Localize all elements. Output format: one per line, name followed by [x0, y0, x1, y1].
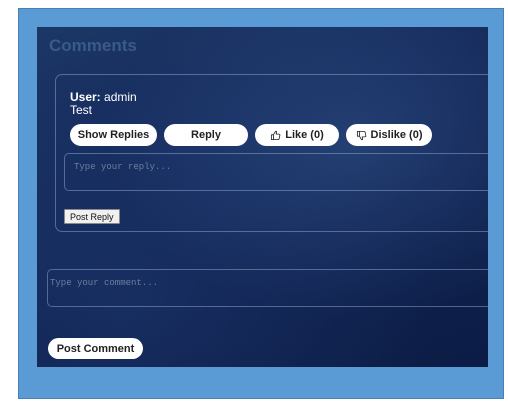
- post-reply-button[interactable]: Post Reply: [64, 209, 120, 224]
- dislike-label: Dislike (0): [370, 129, 423, 141]
- like-button[interactable]: Like (0): [255, 124, 339, 146]
- user-name: admin: [104, 90, 137, 104]
- thumbs-up-icon: [271, 130, 281, 140]
- comment-input[interactable]: [47, 269, 488, 307]
- show-replies-button[interactable]: Show Replies: [70, 124, 157, 146]
- comment-text: Test: [70, 103, 93, 117]
- like-label: Like (0): [285, 129, 324, 141]
- page-title: Comments: [49, 36, 137, 55]
- comments-panel: Comments User: admin Test Show Replies R…: [37, 27, 488, 367]
- reply-button[interactable]: Reply: [164, 124, 248, 146]
- thumbs-down-icon: [356, 130, 366, 140]
- reply-label: Reply: [191, 129, 221, 141]
- reply-input[interactable]: [64, 153, 488, 191]
- show-replies-label: Show Replies: [77, 129, 150, 141]
- user-label: User:: [70, 90, 101, 104]
- comment-author: User: admin: [70, 90, 137, 104]
- dislike-button[interactable]: Dislike (0): [346, 124, 432, 146]
- post-comment-button[interactable]: Post Comment: [48, 338, 143, 359]
- comment-card: User: admin Test Show Replies Reply Like…: [55, 74, 488, 232]
